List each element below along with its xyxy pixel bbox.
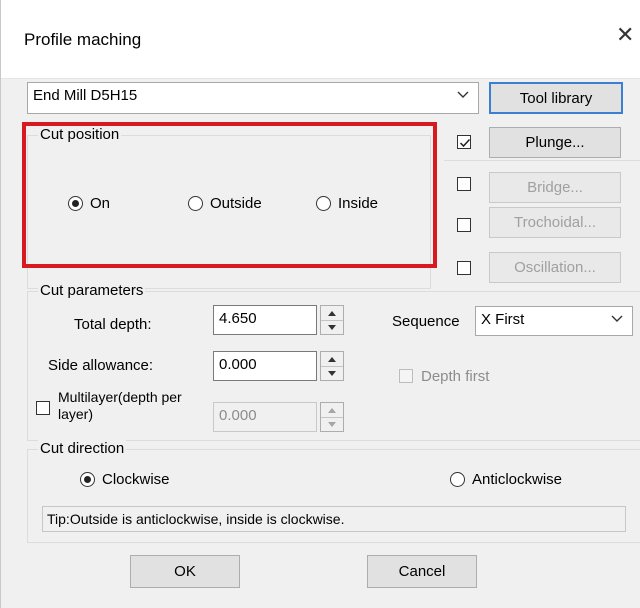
trochoidal-checkbox[interactable] xyxy=(457,218,471,232)
spin-up-icon[interactable] xyxy=(321,403,343,418)
trochoidal-button[interactable]: Trochoidal... xyxy=(489,207,621,238)
plunge-button[interactable]: Plunge... xyxy=(489,127,621,158)
bridge-button[interactable]: Bridge... xyxy=(489,172,621,203)
anticlockwise-label: Anticlockwise xyxy=(472,471,563,488)
tip-box: Tip:Outside is anticlockwise, inside is … xyxy=(42,506,626,532)
cut-parameters-legend: Cut parameters xyxy=(38,282,146,299)
ok-button[interactable]: OK xyxy=(130,555,240,588)
tip-text: Tip:Outside is anticlockwise, inside is … xyxy=(47,511,345,527)
cut-position-inside-label: Inside xyxy=(338,195,379,212)
tool-library-button[interactable]: Tool library xyxy=(489,82,623,114)
side-allowance-spinner[interactable] xyxy=(320,351,344,381)
cut-position-outside-label: Outside xyxy=(210,195,262,212)
divider xyxy=(444,160,640,161)
sequence-value: X First xyxy=(481,311,525,328)
bridge-checkbox[interactable] xyxy=(457,177,471,191)
cancel-button[interactable]: Cancel xyxy=(367,555,477,588)
cut-position-legend: Cut position xyxy=(38,126,122,143)
cut-direction-legend: Cut direction xyxy=(38,440,127,457)
multilayer-input[interactable]: 0.000 xyxy=(213,402,317,432)
side-allowance-label: Side allowance: xyxy=(48,357,154,374)
side-allowance-value: 0.000 xyxy=(219,356,257,373)
cut-position-on-radio[interactable] xyxy=(68,196,83,211)
depth-first-checkbox[interactable] xyxy=(399,369,413,383)
anticlockwise-radio[interactable] xyxy=(450,472,465,487)
spin-up-icon[interactable] xyxy=(321,306,343,321)
window-border xyxy=(0,0,1,608)
chevron-down-icon xyxy=(611,315,623,322)
multilayer-label-line1: Multilayer(depth per xyxy=(58,389,182,405)
total-depth-input[interactable]: 4.650 xyxy=(213,305,317,335)
radio-selected-dot xyxy=(72,200,79,207)
sequence-select[interactable]: X First xyxy=(475,306,633,336)
clockwise-label: Clockwise xyxy=(102,471,170,488)
oscillation-checkbox[interactable] xyxy=(457,261,471,275)
cut-position-inside-radio[interactable] xyxy=(316,196,331,211)
depth-first-label: Depth first xyxy=(421,368,490,385)
check-icon xyxy=(459,138,471,148)
chevron-down-icon xyxy=(457,91,469,98)
multilayer-checkbox[interactable] xyxy=(36,401,50,415)
multilayer-value: 0.000 xyxy=(219,407,257,424)
spin-up-icon[interactable] xyxy=(321,352,343,367)
total-depth-value: 4.650 xyxy=(219,310,257,327)
window-title: Profile maching xyxy=(24,30,142,49)
cut-position-on-label: On xyxy=(90,195,111,212)
oscillation-button[interactable]: Oscillation... xyxy=(489,252,621,283)
multilayer-label: Multilayer(depth per layer) xyxy=(58,389,182,423)
close-icon[interactable]: ✕ xyxy=(616,24,634,46)
spin-down-icon[interactable] xyxy=(321,320,343,334)
spin-down-icon[interactable] xyxy=(321,366,343,380)
multilayer-spinner[interactable] xyxy=(320,402,344,432)
cut-position-outside-radio[interactable] xyxy=(188,196,203,211)
tool-select-value: End Mill D5H15 xyxy=(33,87,138,104)
multilayer-label-line2: layer) xyxy=(58,406,94,422)
tool-select[interactable]: End Mill D5H15 xyxy=(27,82,479,114)
radio-selected-dot xyxy=(84,476,91,483)
spin-down-icon[interactable] xyxy=(321,417,343,431)
total-depth-label: Total depth: xyxy=(74,316,152,333)
side-allowance-input[interactable]: 0.000 xyxy=(213,351,317,381)
sequence-label: Sequence xyxy=(392,313,460,330)
plunge-checkbox[interactable] xyxy=(457,135,471,149)
total-depth-spinner[interactable] xyxy=(320,305,344,335)
clockwise-radio[interactable] xyxy=(80,472,95,487)
